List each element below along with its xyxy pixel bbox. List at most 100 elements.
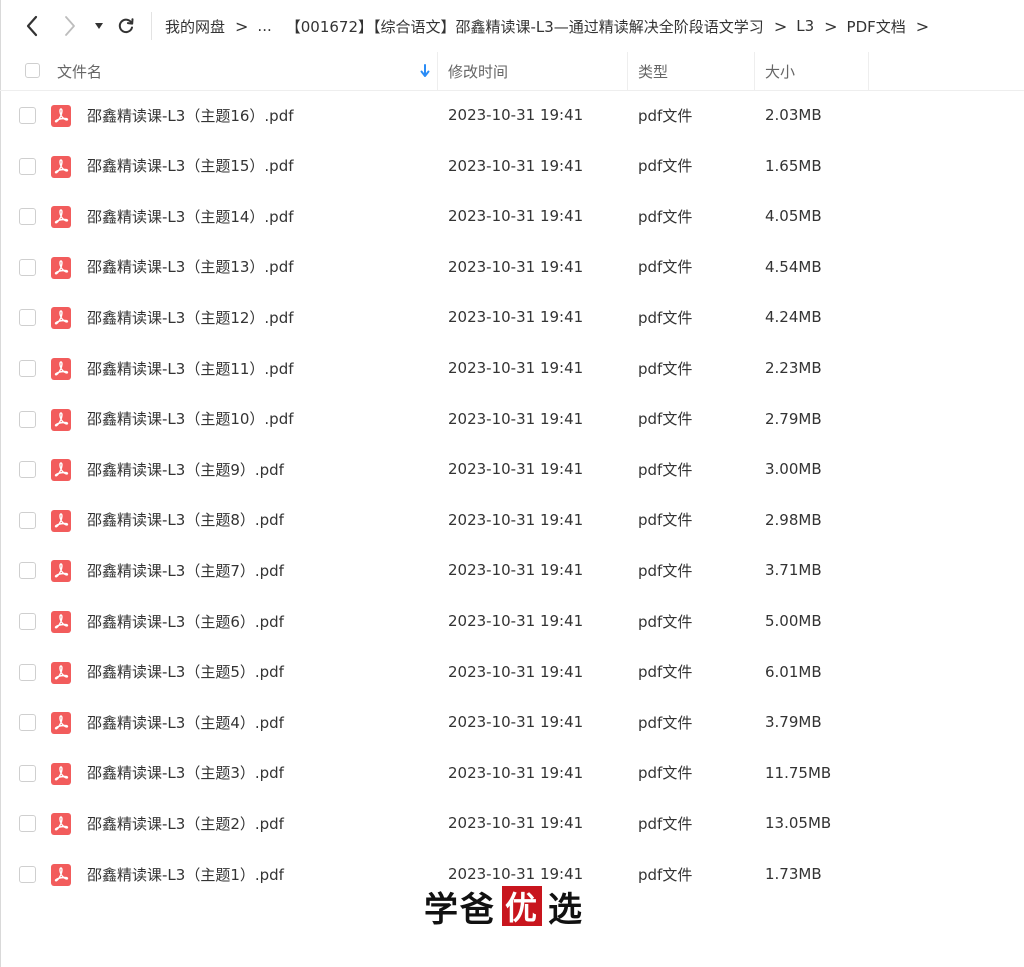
file-name[interactable]: 邵鑫精读课-L3（主题15）.pdf [87,141,294,191]
file-size: 6.01MB [765,662,822,681]
file-row-checkbox[interactable] [19,461,36,479]
file-modified-time: 2023-10-31 19:41 [448,156,584,175]
file-type: pdf文件 [638,561,693,580]
file-size: 2.03MB [765,106,822,124]
column-divider[interactable] [754,52,755,90]
file-type: pdf文件 [638,258,693,277]
chevron-right-icon [65,16,75,36]
file-row-checkbox[interactable] [19,208,36,226]
file-row[interactable]: 邵鑫精读课-L3（主题5）.pdf 2023-10-31 19:41 pdf文件 6.… [0,647,1024,697]
file-name[interactable]: 邵鑫精读课-L3（主题5）.pdf [87,647,284,697]
breadcrumb-item-root[interactable]: 我的网盘 [165,16,225,37]
watermark-stamp: 优 [502,886,542,927]
file-row[interactable]: 邵鑫精读课-L3（主题4）.pdf 2023-10-31 19:41 pdf文件 3.… [0,697,1024,747]
file-row[interactable]: 邵鑫精读课-L3（主题16）.pdf 2023-10-31 19:41 pdf文件 2… [0,90,1024,140]
file-modified-time: 2023-10-31 19:41 [448,561,584,580]
file-modified-time: 2023-10-31 19:41 [448,106,584,124]
file-name[interactable]: 邵鑫精读课-L3（主题14）.pdf [87,191,294,241]
file-modified-time: 2023-10-31 19:41 [448,409,584,428]
file-row-checkbox[interactable] [19,663,36,681]
history-dropdown-button[interactable] [90,6,108,46]
nav-divider [151,12,152,40]
file-size: 4.24MB [765,308,822,327]
file-type: pdf文件 [638,157,693,176]
column-divider[interactable] [868,52,869,90]
pdf-file-icon [51,408,71,431]
file-list-header: 文件名 修改时间 类型 大小 [0,52,1024,91]
file-row[interactable]: 邵鑫精读课-L3（主题7）.pdf 2023-10-31 19:41 pdf文件 3.… [0,545,1024,595]
file-name[interactable]: 邵鑫精读课-L3（主题12）.pdf [87,292,294,342]
file-name[interactable]: 邵鑫精读课-L3（主题9）.pdf [87,444,284,494]
column-header-name[interactable]: 文件名 [57,52,102,90]
file-row-checkbox[interactable] [19,360,36,377]
file-row-checkbox[interactable] [19,866,36,883]
file-modified-time: 2023-10-31 19:41 [448,612,584,630]
pdf-file-icon [51,256,71,279]
forward-button[interactable] [55,6,85,46]
file-size: 2.98MB [765,510,822,529]
file-row-checkbox[interactable] [19,764,36,782]
file-name[interactable]: 邵鑫精读课-L3（主题1）.pdf [87,849,284,899]
file-type: pdf文件 [638,308,693,327]
file-row-checkbox[interactable] [19,309,36,327]
sort-down-arrow-icon[interactable] [420,52,430,90]
column-header-type[interactable]: 类型 [638,52,668,90]
file-size: 3.79MB [765,713,822,732]
column-header-size[interactable]: 大小 [765,52,795,90]
breadcrumb-item-l3[interactable]: L3 [796,17,814,35]
refresh-button[interactable] [112,6,140,46]
file-type: pdf文件 [638,410,693,429]
file-modified-time: 2023-10-31 19:41 [448,510,584,529]
file-name[interactable]: 邵鑫精读课-L3（主题16）.pdf [87,90,294,140]
file-modified-time: 2023-10-31 19:41 [448,662,584,681]
file-name[interactable]: 邵鑫精读课-L3（主题2）.pdf [87,798,284,848]
file-name[interactable]: 邵鑫精读课-L3（主题8）.pdf [87,495,284,545]
file-row[interactable]: 邵鑫精读课-L3（主题12）.pdf 2023-10-31 19:41 pdf文件 4… [0,292,1024,342]
file-row-checkbox[interactable] [19,258,36,276]
file-name[interactable]: 邵鑫精读课-L3（主题6）.pdf [87,596,284,646]
back-button[interactable] [16,6,48,46]
file-row[interactable]: 邵鑫精读课-L3（主题8）.pdf 2023-10-31 19:41 pdf文件 2.… [0,495,1024,545]
breadcrumb-item-ellipsis[interactable]: ... [257,17,271,35]
pdf-file-icon [51,661,71,684]
file-row[interactable]: 邵鑫精读课-L3（主题13）.pdf 2023-10-31 19:41 pdf文件 4… [0,242,1024,292]
file-name[interactable]: 邵鑫精读课-L3（主题10）.pdf [87,394,294,444]
file-type: pdf文件 [638,511,693,530]
file-row[interactable]: 邵鑫精读课-L3（主题9）.pdf 2023-10-31 19:41 pdf文件 3.… [0,444,1024,494]
file-row[interactable]: 邵鑫精读课-L3（主题6）.pdf 2023-10-31 19:41 pdf文件 5.… [0,596,1024,646]
file-row[interactable]: 邵鑫精读课-L3（主题14）.pdf 2023-10-31 19:41 pdf文件 4… [0,191,1024,241]
file-row[interactable]: 邵鑫精读课-L3（主题3）.pdf 2023-10-31 19:41 pdf文件 11… [0,748,1024,798]
select-all-checkbox[interactable] [25,63,40,78]
file-name[interactable]: 邵鑫精读课-L3（主题4）.pdf [87,697,284,747]
file-type: pdf文件 [638,663,693,682]
pdf-file-icon [51,611,71,633]
file-row-checkbox[interactable] [19,157,36,175]
file-row-checkbox[interactable] [19,410,36,428]
pdf-file-icon [51,864,71,886]
file-row-checkbox[interactable] [19,714,36,732]
breadcrumb-item-course[interactable]: 【001672】【综合语文】邵鑫精读课-L3—通过精读解决全阶段语文学习 [286,16,764,37]
column-divider[interactable] [627,52,628,90]
file-row-checkbox[interactable] [19,107,36,124]
file-modified-time: 2023-10-31 19:41 [448,207,584,226]
column-divider[interactable] [437,52,438,90]
file-name[interactable]: 邵鑫精读课-L3（主题13）.pdf [87,242,294,292]
pdf-file-icon [51,813,71,836]
column-header-modified[interactable]: 修改时间 [448,52,508,90]
file-row[interactable]: 邵鑫精读课-L3（主题11）.pdf 2023-10-31 19:41 pdf文件 2… [0,343,1024,393]
file-row-checkbox[interactable] [19,815,36,833]
file-name[interactable]: 邵鑫精读课-L3（主题3）.pdf [87,748,284,798]
file-row[interactable]: 邵鑫精读课-L3（主题2）.pdf 2023-10-31 19:41 pdf文件 13… [0,798,1024,848]
file-size: 2.79MB [765,409,822,428]
file-modified-time: 2023-10-31 19:41 [448,814,584,833]
file-name[interactable]: 邵鑫精读课-L3（主题11）.pdf [87,343,294,393]
caret-down-icon [95,23,103,29]
file-row[interactable]: 邵鑫精读课-L3（主题10）.pdf 2023-10-31 19:41 pdf文件 2… [0,394,1024,444]
file-row-checkbox[interactable] [19,511,36,529]
file-row-checkbox[interactable] [19,562,36,580]
file-row-checkbox[interactable] [19,613,36,630]
breadcrumb-item-pdf[interactable]: PDF文档 [847,16,906,37]
file-row[interactable]: 邵鑫精读课-L3（主题15）.pdf 2023-10-31 19:41 pdf文件 1… [0,141,1024,191]
file-type: pdf文件 [638,359,693,378]
file-name[interactable]: 邵鑫精读课-L3（主题7）.pdf [87,545,284,595]
